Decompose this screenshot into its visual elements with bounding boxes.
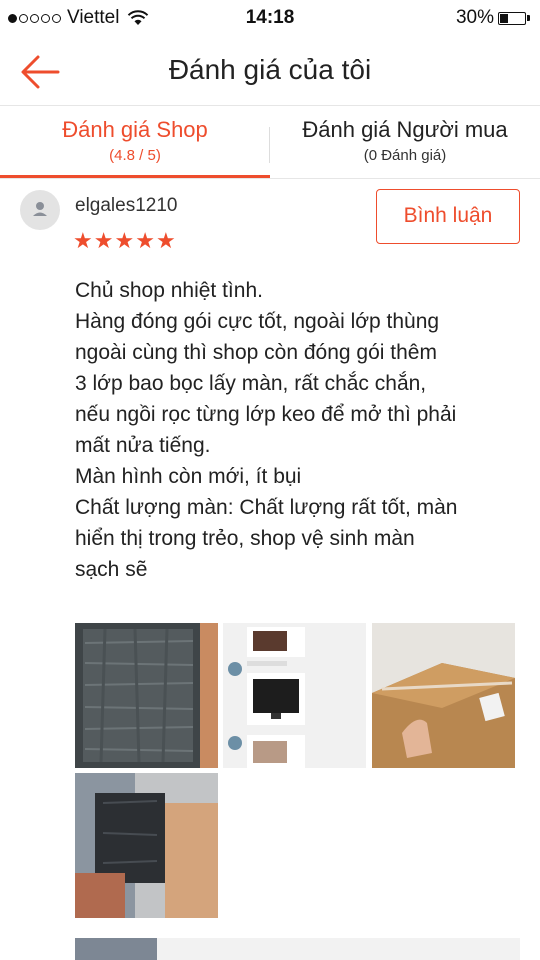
comment-button[interactable]: Bình luận bbox=[376, 189, 520, 244]
active-tab-indicator bbox=[0, 175, 270, 178]
star-icon: ★ bbox=[114, 228, 135, 253]
review-photo-cardboard-box[interactable] bbox=[372, 623, 515, 768]
review-photo-chat-screenshot[interactable] bbox=[223, 623, 366, 768]
tab-shop-reviews-score: (4.8 / 5) bbox=[109, 147, 161, 164]
review-line: ngoài cùng thì shop còn đóng gói thêm bbox=[75, 341, 437, 364]
rating-stars: ★ ★ ★ ★ ★ bbox=[73, 230, 176, 252]
battery-icon bbox=[498, 11, 526, 25]
star-icon: ★ bbox=[73, 228, 93, 253]
nav-header: Đánh giá của tôi bbox=[0, 36, 540, 106]
review-line: 3 lớp bao bọc lấy màn, rất chắc chắn, bbox=[75, 372, 427, 395]
review-photo-wrapped-screen[interactable] bbox=[75, 623, 218, 768]
review-line: Hàng đóng gói cực tốt, ngoài lớp thùng bbox=[75, 310, 440, 333]
review-line: Chất lượng màn: Chất lượng rất tốt, màn bbox=[75, 496, 458, 519]
review-text: Chủ shop nhiệt tình. Hàng đóng gói cực t… bbox=[75, 275, 520, 585]
review-line: nếu ngồi rọc từng lớp keo để mở thì phải bbox=[75, 403, 457, 426]
battery-tip bbox=[527, 15, 530, 21]
user-icon bbox=[33, 202, 47, 216]
reviewer-username[interactable]: elgales1210 bbox=[75, 195, 177, 217]
tab-buyer-reviews-count: (0 Đánh giá) bbox=[363, 147, 447, 164]
next-review-preview bbox=[75, 938, 520, 960]
battery-percent: 30% bbox=[455, 7, 494, 28]
star-icon: ★ bbox=[135, 228, 155, 253]
tab-buyer-reviews-label: Đánh giá Người mua bbox=[302, 117, 508, 142]
review-line: mất nửa tiếng. bbox=[75, 434, 211, 457]
star-icon: ★ bbox=[93, 228, 114, 253]
review-line: Màn hình còn mới, ít bụi bbox=[75, 465, 302, 488]
avatar[interactable] bbox=[20, 190, 60, 230]
status-bar: Viettel 14:18 30% bbox=[0, 0, 540, 36]
tab-shop-reviews-label: Đánh giá Shop bbox=[62, 117, 208, 142]
review-line: hiển thị trong trẻo, shop vệ sinh màn bbox=[75, 527, 415, 550]
tab-buyer-reviews[interactable]: Đánh giá Người mua (0 Đánh giá) bbox=[270, 107, 540, 179]
tab-shop-reviews[interactable]: Đánh giá Shop (4.8 / 5) bbox=[0, 107, 270, 179]
star-icon: ★ bbox=[155, 228, 176, 253]
review-tabs: Đánh giá Shop (4.8 / 5) Đánh giá Người m… bbox=[0, 107, 540, 179]
review-line: sạch sẽ bbox=[75, 558, 148, 581]
review-line: Chủ shop nhiệt tình. bbox=[75, 279, 263, 302]
next-review-photo[interactable] bbox=[75, 938, 157, 960]
status-right: 30% bbox=[456, 7, 530, 29]
review-photo-monitor-packaging[interactable] bbox=[75, 773, 218, 918]
page-title: Đánh giá của tôi bbox=[168, 54, 372, 85]
